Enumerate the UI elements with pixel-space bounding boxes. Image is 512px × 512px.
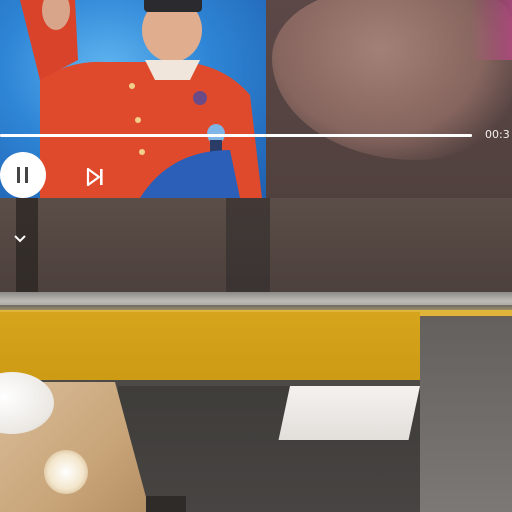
photo-scene: 00:3 xyxy=(0,0,512,512)
next-button[interactable] xyxy=(82,164,108,190)
skip-next-icon xyxy=(86,167,103,187)
yellow-shelf xyxy=(0,312,420,390)
chevron-down-icon xyxy=(14,235,26,243)
pause-icon xyxy=(17,167,28,183)
white-panel xyxy=(278,386,420,440)
grey-cabinet xyxy=(420,318,512,512)
screen-shadow xyxy=(226,198,270,302)
pause-button[interactable] xyxy=(0,152,46,198)
tv-screen: 00:3 xyxy=(0,0,512,305)
round-lamp xyxy=(44,450,88,494)
table-leg xyxy=(146,496,186,512)
seek-bar[interactable] xyxy=(0,134,472,137)
seek-bar-progress xyxy=(0,134,472,137)
playback-time: 00:3 xyxy=(485,128,510,141)
collapse-button[interactable] xyxy=(10,229,30,249)
reflection-highlight xyxy=(470,0,512,60)
